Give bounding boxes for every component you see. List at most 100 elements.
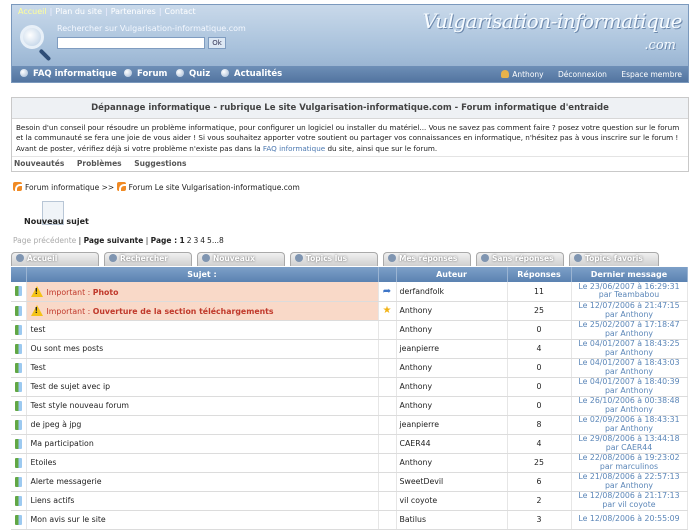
topic-subject-cell: Test de sujet avec ip (26, 377, 379, 397)
topic-link[interactable]: Etoiles (31, 458, 57, 467)
topic-status-cell (11, 472, 27, 492)
topic-last-message[interactable]: Le 21/08/2006 à 22:57:13 par Anthony (571, 472, 688, 492)
new-topic-button[interactable]: Nouveau sujet (22, 201, 92, 229)
nav-quiz[interactable]: Quiz (176, 69, 210, 79)
topic-link[interactable]: Ou sont mes posts (31, 344, 104, 353)
header-author[interactable]: Auteur (396, 267, 508, 282)
nav-news[interactable]: Actualités (221, 69, 282, 79)
topic-status-cell (11, 339, 27, 359)
tab-home[interactable]: Accueil (11, 252, 99, 266)
intro-title: Dépannage informatique - rubrique Le sit… (12, 98, 688, 119)
site-logo[interactable]: Vulgarisation-informatique (422, 9, 682, 33)
main-nav: FAQ informatique Forum Quiz Actualités A… (12, 66, 688, 82)
page-link[interactable]: 4 (200, 236, 205, 245)
topic-link[interactable]: Liens actifs (31, 496, 75, 505)
intro-tab-suggestions[interactable]: Suggestions (134, 159, 186, 168)
topnav-sitemap-link[interactable]: Plan du site (55, 7, 102, 16)
topic-author[interactable]: vil coyote (396, 491, 508, 511)
topic-last-message[interactable]: Le 12/08/2006 à 21:17:13 par vil coyote (571, 491, 688, 511)
header-mark-col (378, 267, 397, 282)
topic-last-message[interactable]: Le 12/08/2006 à 20:55:09 (571, 510, 688, 530)
table-row: Mon avis sur le site Batilus 3 Le 12/08/200… (11, 510, 688, 530)
topic-last-message[interactable]: Le 02/09/2006 à 18:43:31 par Anthony (571, 415, 688, 435)
topic-link[interactable]: Mon avis sur le site (31, 515, 106, 524)
topic-author[interactable]: Anthony (396, 320, 508, 340)
nav-news-label: Actualités (234, 69, 283, 79)
rss-icon[interactable] (13, 182, 22, 191)
rss-icon[interactable] (116, 182, 126, 191)
tab-search[interactable]: Rechercher (104, 252, 192, 266)
topic-replies: 6 (507, 472, 572, 492)
topic-author[interactable]: Anthony (396, 377, 508, 397)
page-link[interactable]: 3 (193, 236, 198, 245)
topic-last-message[interactable]: Le 25/02/2007 à 17:18:47 par Anthony (571, 320, 688, 340)
topnav-partners-link[interactable]: Partenaires (111, 7, 156, 16)
topic-link[interactable]: test (31, 325, 46, 334)
topnav-home-link[interactable]: Accueil (18, 7, 47, 16)
search-ok-button[interactable]: Ok (208, 37, 226, 49)
topic-link[interactable]: Ma participation (31, 439, 94, 448)
intro-tab-news[interactable]: Nouveautés (14, 159, 64, 168)
topic-last-message[interactable]: Le 04/01/2007 à 18:43:25 par Anthony (571, 339, 688, 359)
folder-icon (14, 343, 22, 354)
topic-author[interactable]: derfandfolk (396, 282, 508, 302)
logout-link[interactable]: Déconnexion (558, 70, 607, 79)
topic-last-message[interactable]: Le 12/07/2006 à 21:47:15 par Anthony (571, 301, 688, 321)
next-page-link[interactable]: Page suivante (84, 236, 144, 245)
last-page-link[interactable]: 8 (219, 236, 224, 245)
header-last-message[interactable]: Dernier message (571, 267, 688, 282)
topic-author[interactable]: jeanpierre (396, 339, 508, 359)
tab-favorites[interactable]: Topics favoris (569, 252, 659, 266)
page-link[interactable]: 2 (187, 236, 192, 245)
last-message-author: par marculinos (599, 461, 659, 471)
tab-read-topics[interactable]: Topics lus (290, 252, 378, 266)
search-input[interactable] (57, 37, 205, 49)
topic-author[interactable]: Anthony (396, 453, 508, 473)
topic-author[interactable]: Batilus (396, 510, 508, 530)
topic-link[interactable]: Ouverture de la section téléchargements (93, 307, 274, 316)
breadcrumb-forum-link[interactable]: Forum informatique (25, 183, 99, 192)
topic-author[interactable]: Anthony (396, 301, 508, 321)
last-message-author: par Anthony (604, 423, 653, 433)
topic-last-message[interactable]: Le 26/10/2006 à 00:38:48 par Anthony (571, 396, 688, 416)
new-topic-label: Nouveau sujet (24, 217, 89, 226)
topic-link[interactable]: Photo (93, 288, 119, 297)
intro-text-tail: du site, ainsi que sur le forum. (325, 143, 438, 153)
tab-my-replies[interactable]: Mes réponses (383, 252, 471, 266)
intro-tab-problems[interactable]: Problèmes (77, 159, 122, 168)
topic-status-cell (11, 301, 27, 321)
member-space-link[interactable]: Espace membre (621, 70, 682, 79)
table-row: de jpeg à jpg jeanpierre 8 Le 02/09/2006 à … (11, 415, 688, 435)
topic-author[interactable]: Anthony (396, 396, 508, 416)
breadcrumb-section-link[interactable]: Forum Le site Vulgarisation-informatique… (129, 183, 300, 192)
last-message-date[interactable]: Le 12/08/2006 à 20:55:09 (578, 514, 679, 523)
nav-faq[interactable]: FAQ informatique (20, 69, 117, 79)
topic-link[interactable]: Test (31, 363, 46, 372)
topic-last-message[interactable]: Le 22/08/2006 à 19:23:02 par marculinos (571, 453, 688, 473)
header-subject[interactable]: Sujet : (26, 267, 379, 282)
topic-author[interactable]: SweetDevil (396, 472, 508, 492)
topic-subject-cell: de jpeg à jpg (26, 415, 379, 435)
topic-status-cell (11, 434, 27, 454)
header-replies[interactable]: Réponses (507, 267, 572, 282)
topnav-contact-link[interactable]: Contact (165, 7, 196, 16)
site-logo-suffix: .com (644, 38, 676, 53)
topic-last-message[interactable]: Le 04/01/2007 à 18:43:03 par Anthony (571, 358, 688, 378)
topic-author[interactable]: jeanpierre (396, 415, 508, 435)
tab-new[interactable]: Nouveaux (197, 252, 285, 266)
topic-link[interactable]: de jpeg à jpg (31, 420, 82, 429)
topic-mark-cell (378, 415, 397, 435)
user-profile-link[interactable]: Anthony (512, 70, 543, 79)
topic-last-message[interactable]: Le 04/01/2007 à 18:40:39 par Anthony (571, 377, 688, 397)
nav-forum[interactable]: Forum (124, 69, 167, 79)
topic-author[interactable]: Anthony (396, 358, 508, 378)
tab-unanswered[interactable]: Sans réponses (476, 252, 564, 266)
topic-replies: 0 (507, 358, 572, 378)
faq-link[interactable]: FAQ informatique (263, 144, 325, 153)
topic-link[interactable]: Alerte messagerie (31, 477, 102, 486)
topic-last-message[interactable]: Le 23/06/2007 à 16:29:31 par Teambabou (571, 282, 688, 302)
topic-author[interactable]: CAER44 (396, 434, 508, 454)
topic-last-message[interactable]: Le 29/08/2006 à 13:44:18 par CAER44 (571, 434, 688, 454)
topic-link[interactable]: Test style nouveau forum (31, 401, 130, 410)
topic-link[interactable]: Test de sujet avec ip (31, 382, 111, 391)
